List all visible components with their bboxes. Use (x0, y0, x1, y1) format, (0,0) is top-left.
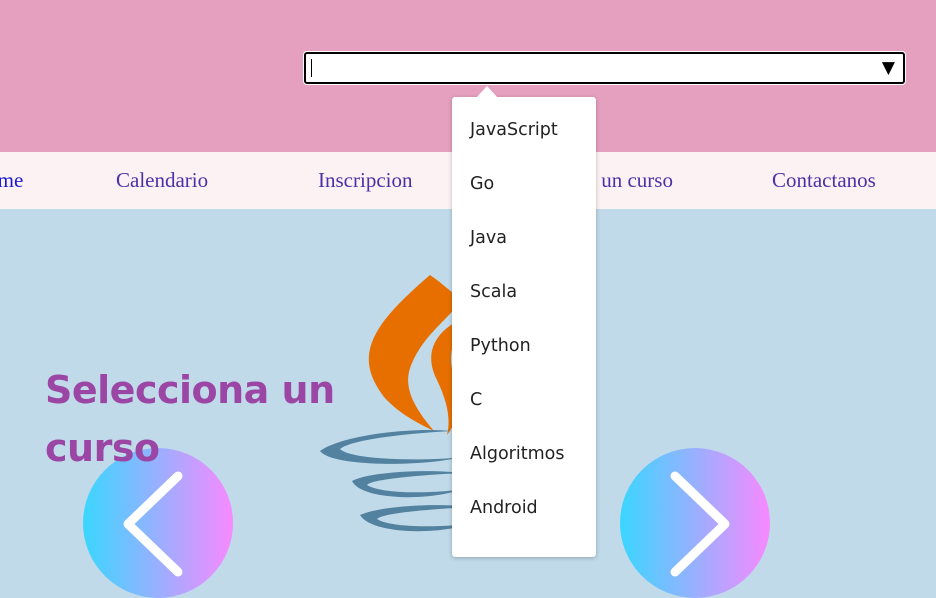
nav-link-calendario[interactable]: Calendario (116, 168, 208, 193)
datalist-notch (476, 86, 498, 98)
course-search-input[interactable]: ▼ (304, 52, 905, 84)
course-datalist-popup: JavaScript Go Java Scala Python C Algori… (452, 97, 596, 557)
page-headline: Selecciona un curso (45, 368, 335, 470)
nav-link-home[interactable]: Home (0, 168, 23, 193)
datalist-option-python[interactable]: Python (470, 336, 531, 356)
datalist-option-scala[interactable]: Scala (470, 282, 517, 302)
datalist-option-c[interactable]: C (470, 390, 482, 410)
datalist-option-android[interactable]: Android (470, 498, 538, 518)
datalist-option-algoritmos[interactable]: Algoritmos (470, 444, 564, 464)
text-cursor (311, 59, 312, 77)
nav-link-contactanos[interactable]: Contactanos (772, 168, 876, 193)
nav-link-inscripcion[interactable]: Inscripcion (318, 168, 412, 193)
dropdown-arrow-icon[interactable]: ▼ (882, 58, 895, 78)
datalist-option-java[interactable]: Java (470, 228, 507, 248)
carousel-next-button[interactable] (620, 448, 770, 598)
datalist-option-javascript[interactable]: JavaScript (470, 120, 558, 140)
chevron-right-icon (670, 471, 730, 577)
datalist-option-go[interactable]: Go (470, 174, 494, 194)
